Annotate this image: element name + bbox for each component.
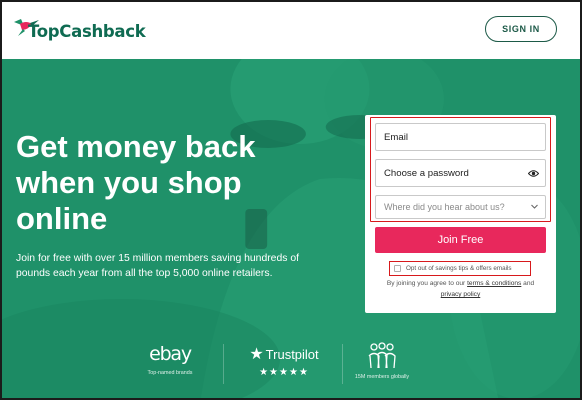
members-badge: 15M members globally: [352, 342, 412, 380]
join-free-button[interactable]: Join Free: [375, 227, 546, 253]
topcashback-logo[interactable]: TopCashback: [12, 14, 146, 41]
sign-in-button[interactable]: SIGN IN: [485, 16, 557, 42]
divider: [223, 344, 224, 384]
optout-highlight-box: Opt out of savings tips & offers emails: [389, 261, 531, 276]
hero-section: Get money back when you shop online Join…: [2, 59, 580, 398]
members-caption: 15M members globally: [354, 374, 410, 380]
eye-icon[interactable]: [528, 169, 539, 178]
hero-headline: Get money back when you shop online: [16, 129, 256, 236]
referral-source-placeholder: Where did you hear about us?: [384, 202, 505, 212]
ebay-logo: ebay: [149, 343, 192, 365]
password-placeholder: Choose a password: [384, 167, 469, 179]
trustpilot-logo: ★ Trustpilot: [242, 342, 326, 366]
hero-subtext: Join for free with over 15 million membe…: [16, 253, 299, 279]
chevron-down-icon: [531, 204, 538, 209]
ebay-badge: ebay Top-named brands: [132, 342, 208, 376]
divider: [342, 344, 343, 384]
logo-text: TopCashback: [28, 22, 146, 41]
page-frame: TopCashback SIGN IN Get money back when …: [0, 0, 582, 400]
terms-link[interactable]: terms & conditions: [467, 280, 521, 287]
ebay-caption: Top-named brands: [147, 370, 193, 376]
privacy-policy-link[interactable]: privacy policy: [441, 291, 481, 298]
terms-notice: By joining you agree to our terms & cond…: [375, 278, 546, 300]
optout-label: Opt out of savings tips & offers emails: [406, 265, 512, 272]
trustpilot-badge: ★ Trustpilot ★★★★★: [242, 342, 326, 378]
optout-checkbox[interactable]: [394, 265, 401, 272]
terms-prefix: By joining you agree to our: [386, 280, 468, 287]
referral-source-select[interactable]: Where did you hear about us?: [375, 195, 546, 219]
people-icon: [368, 342, 396, 369]
star-icon: ★: [249, 346, 264, 363]
trust-strip: ebay Top-named brands ★ Trustpilot ★★★★★: [2, 342, 580, 398]
trustpilot-rating-stars: ★★★★★: [259, 367, 309, 378]
email-placeholder: Email: [384, 131, 408, 143]
password-field[interactable]: Choose a password: [375, 159, 546, 187]
site-header: TopCashback SIGN IN: [2, 2, 580, 59]
email-field[interactable]: Email: [375, 123, 546, 151]
signup-form: Email Choose a password Where did you he…: [365, 115, 556, 313]
trustpilot-logo-text: Trustpilot: [265, 346, 319, 362]
terms-and: and: [521, 280, 535, 287]
